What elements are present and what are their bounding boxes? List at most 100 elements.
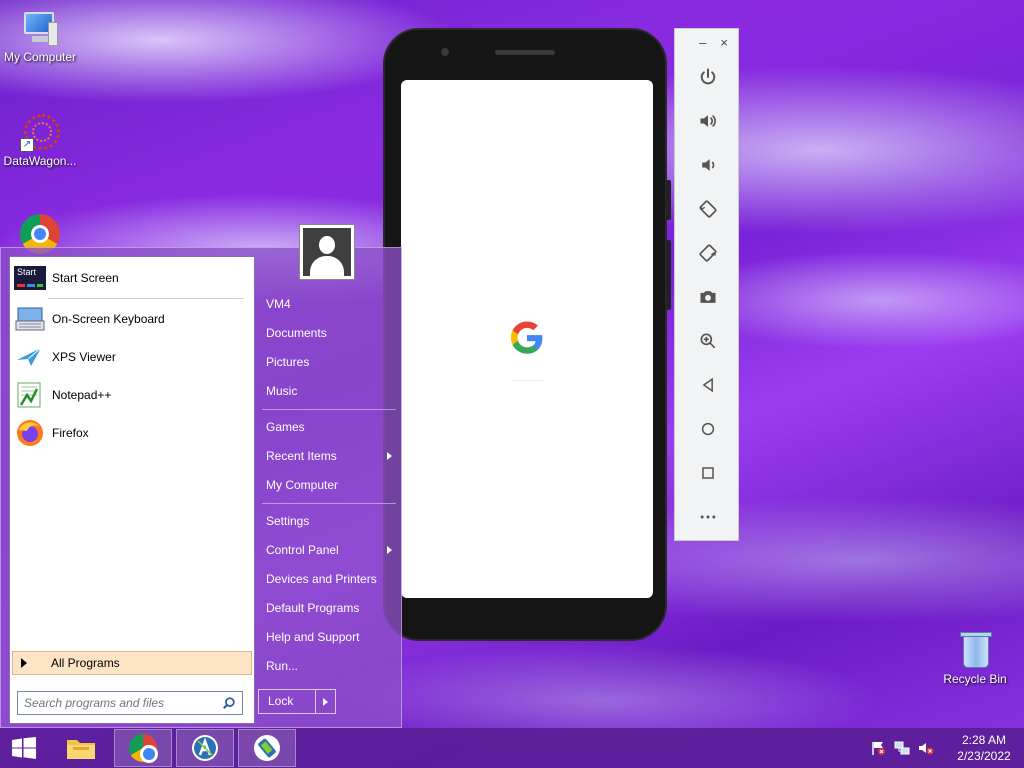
program-on-screen-keyboard[interactable]: On-Screen Keyboard <box>14 302 250 336</box>
firefox-icon <box>14 419 46 447</box>
overview-icon <box>701 467 714 479</box>
emulator-icon <box>254 735 280 761</box>
lock-button-label: Lock <box>259 690 316 713</box>
start-item-label: Help and Support <box>266 630 360 644</box>
start-item-vm4[interactable]: VM4 <box>258 291 398 317</box>
start-item-settings[interactable]: Settings <box>258 508 398 534</box>
start-item-games[interactable]: Games <box>258 414 398 440</box>
program-label: XPS Viewer <box>52 350 116 364</box>
back-button[interactable] <box>675 363 740 407</box>
taskbar-chrome[interactable] <box>114 729 172 767</box>
clock-time: 2:28 AM <box>961 733 1007 747</box>
start-item-label: Run... <box>266 659 299 673</box>
start-item-label: Devices and Printers <box>266 572 377 586</box>
search-programs-box[interactable] <box>17 691 243 715</box>
start-item-label: Settings <box>266 514 310 528</box>
rotate-left-icon <box>698 200 717 218</box>
program-label: Firefox <box>52 426 89 440</box>
start-item-devices-and-printers[interactable]: Devices and Printers <box>258 566 398 592</box>
rotate-right-button[interactable] <box>675 231 740 275</box>
taskbar: 2:28 AM 2/23/2022 <box>0 728 1024 768</box>
expand-arrow-icon <box>21 658 27 668</box>
taskbar-emulator[interactable] <box>238 729 296 767</box>
taskbar-clock[interactable]: 2:28 AM 2/23/2022 <box>952 732 1016 764</box>
overview-button[interactable] <box>675 451 740 495</box>
home-button[interactable] <box>675 407 740 451</box>
rotate-right-icon <box>698 244 717 262</box>
zoom-button[interactable] <box>675 319 740 363</box>
start-menu-programs-pane: Start Start Screen On-Screen Keyboard XP… <box>9 256 255 724</box>
program-firefox[interactable]: Firefox <box>14 416 250 450</box>
start-item-label: My Computer <box>266 478 339 492</box>
xps-viewer-icon <box>14 343 46 371</box>
network-icon[interactable] <box>894 740 910 756</box>
program-label: Notepad++ <box>52 388 112 402</box>
google-logo-icon <box>510 321 543 354</box>
start-item-label: Recent Items <box>266 449 337 463</box>
user-avatar[interactable] <box>299 224 355 280</box>
volume-up-button[interactable] <box>675 99 740 143</box>
all-programs-button[interactable]: All Programs <box>12 651 252 675</box>
start-item-help-and-support[interactable]: Help and Support <box>258 624 398 650</box>
start-item-documents[interactable]: Documents <box>258 320 398 346</box>
desktop-icon-datawagon[interactable]: ↗ DataWagon... <box>0 112 80 168</box>
notepad-plus-plus-icon <box>14 381 46 409</box>
volume-down-icon <box>701 159 714 171</box>
desktop-icon-label: DataWagon... <box>3 154 77 168</box>
start-item-default-programs[interactable]: Default Programs <box>258 595 398 621</box>
program-xps-viewer[interactable]: XPS Viewer <box>14 340 250 374</box>
program-label: Start Screen <box>52 271 119 285</box>
volume-side-button <box>666 240 671 310</box>
start-item-label: Music <box>266 384 298 398</box>
start-item-label: Control Panel <box>266 543 339 557</box>
desktop-icon-label: My Computer <box>3 50 77 64</box>
start-item-pictures[interactable]: Pictures <box>258 349 398 375</box>
start-button[interactable] <box>0 729 48 767</box>
desktop-icon-recycle-bin[interactable]: Recycle Bin <box>935 630 1015 686</box>
start-screen-icon: Start <box>14 264 46 292</box>
start-right-separator <box>262 503 396 504</box>
search-icon[interactable] <box>222 696 236 710</box>
back-icon <box>702 377 713 393</box>
folder-icon <box>67 740 95 759</box>
volume-down-button[interactable] <box>675 143 740 187</box>
start-item-my-computer[interactable]: My Computer <box>258 472 398 498</box>
start-item-label: VM4 <box>266 297 291 311</box>
emulator-minimize-button[interactable]: – <box>699 35 706 55</box>
camera-icon <box>700 291 715 303</box>
emulator-close-button[interactable]: × <box>720 35 728 55</box>
volume-muted-icon[interactable] <box>918 740 934 756</box>
start-screen-icon-text: Start <box>17 267 37 277</box>
taskbar-android-studio[interactable] <box>176 729 234 767</box>
screenshot-button[interactable] <box>675 275 740 319</box>
android-emulator-device <box>383 28 671 641</box>
power-side-button <box>666 180 671 220</box>
desktop-icon-my-computer[interactable]: My Computer <box>0 8 80 64</box>
start-item-label: Default Programs <box>266 601 360 615</box>
more-button[interactable] <box>675 495 740 539</box>
power-options-arrow-icon[interactable] <box>316 690 335 713</box>
keyboard-icon <box>14 305 46 333</box>
taskbar-file-explorer[interactable] <box>52 729 110 767</box>
volume-up-icon <box>700 114 716 128</box>
start-item-label: Documents <box>266 326 327 340</box>
zoom-icon <box>700 333 715 349</box>
start-item-music[interactable]: Music <box>258 378 398 404</box>
start-item-control-panel[interactable]: Control Panel <box>258 537 398 563</box>
front-camera <box>441 48 449 56</box>
program-start-screen[interactable]: Start Start Screen <box>14 261 250 295</box>
recycle-bin-icon <box>955 630 995 670</box>
rotate-left-button[interactable] <box>675 187 740 231</box>
power-button[interactable] <box>675 55 740 99</box>
start-item-recent-items[interactable]: Recent Items <box>258 443 398 469</box>
loading-divider <box>513 380 543 381</box>
action-center-flag-icon[interactable] <box>870 740 886 756</box>
emulator-screen[interactable] <box>401 80 653 598</box>
chrome-icon <box>129 734 158 763</box>
lock-button[interactable]: Lock <box>258 689 336 714</box>
search-input[interactable] <box>24 696 220 710</box>
start-item-run[interactable]: Run... <box>258 653 398 679</box>
program-notepad-plus-plus[interactable]: Notepad++ <box>14 378 250 412</box>
earpiece <box>495 50 555 55</box>
system-tray: 2:28 AM 2/23/2022 <box>870 728 1016 768</box>
